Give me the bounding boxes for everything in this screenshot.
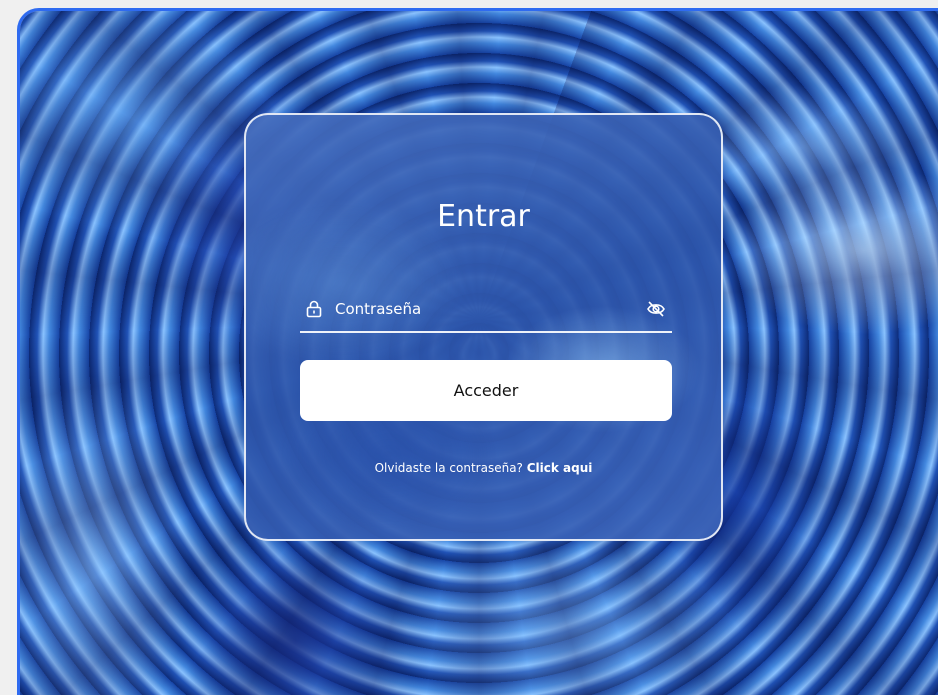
eye-off-icon[interactable]	[646, 299, 666, 319]
forgot-password-text: Olvidaste la contraseña?	[374, 461, 523, 475]
password-placeholder[interactable]: Contraseña	[335, 300, 646, 318]
app-frame: Entrar Contraseña Acceder Olvidaste la c…	[17, 8, 938, 695]
submit-button[interactable]: Acceder	[300, 360, 672, 421]
forgot-password-row: Olvidaste la contraseña? Click aqui	[246, 461, 721, 475]
password-field[interactable]: Contraseña	[300, 287, 672, 333]
forgot-password-link[interactable]: Click aqui	[527, 461, 593, 475]
login-card: Entrar Contraseña Acceder Olvidaste la c…	[244, 113, 723, 541]
login-title: Entrar	[437, 199, 530, 234]
lock-icon	[306, 300, 322, 318]
